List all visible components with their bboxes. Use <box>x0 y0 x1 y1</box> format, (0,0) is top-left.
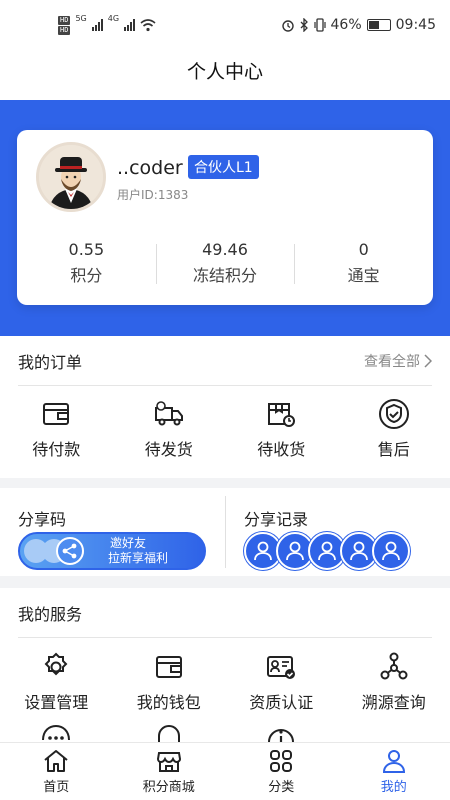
tab-label: 积分商城 <box>142 780 195 795</box>
wifi-icon <box>140 19 156 32</box>
share-divider <box>225 496 226 568</box>
order-pending-payment[interactable]: 待付款 <box>0 398 113 460</box>
profile-card[interactable]: ..coder 合伙人L1 用户ID:1383 0.55 积分 49.46 冻结… <box>17 130 433 305</box>
trace-nodes-icon <box>380 652 408 680</box>
user-icon <box>382 750 405 773</box>
orders-grid: 待付款 待发货 待收货 售后 <box>0 398 450 460</box>
cell-label: 待收货 <box>257 440 306 459</box>
cell-label: 售后 <box>377 440 410 459</box>
stat-label: 冻结积分 <box>193 266 258 285</box>
cell-label: 待付款 <box>32 440 81 459</box>
stat-value: 0 <box>358 240 369 259</box>
banner-line2: 拉新享福利 <box>108 551 169 565</box>
network-type-4g: 4G <box>107 13 120 23</box>
stat-tongbao[interactable]: 0 通宝 <box>294 240 433 286</box>
tab-points-mall[interactable]: 积分商城 <box>113 743 226 800</box>
wallet-icon <box>43 403 70 425</box>
tab-label: 首页 <box>43 780 70 795</box>
id-card-icon <box>267 656 296 679</box>
stat-label: 通宝 <box>347 266 380 285</box>
share-icon <box>56 537 84 565</box>
share-records-avatars <box>244 532 410 570</box>
status-left: HD HD 5G 4G <box>58 13 156 35</box>
view-all-label: 查看全部 <box>364 353 420 370</box>
share-records-title: 分享记录 <box>244 510 309 529</box>
home-icon <box>44 750 68 772</box>
user-icon <box>372 532 410 570</box>
avatar[interactable] <box>36 142 106 212</box>
hd-icon: HD HD <box>58 15 71 35</box>
status-bar: HD HD 5G 4G 46% 09:45 <box>0 0 450 50</box>
page-title: 个人中心 <box>0 50 450 100</box>
banner-line1: 邀好友 <box>110 536 147 550</box>
cell-label: 待发货 <box>144 440 193 459</box>
partner-level-badge: 合伙人L1 <box>188 155 259 179</box>
wallet-icon <box>155 656 182 678</box>
stat-frozen-points[interactable]: 49.46 冻结积分 <box>155 240 295 286</box>
stats-row: 0.55 积分 49.46 冻结积分 0 通宝 <box>17 240 433 286</box>
stat-value: 49.46 <box>202 240 248 259</box>
tab-label: 分类 <box>268 780 295 795</box>
tab-mine[interactable]: 我的 <box>338 743 450 800</box>
signal-icon <box>91 19 103 31</box>
section-title: 我的订单 <box>18 352 83 372</box>
banner-text: 邀好友 拉新享福利 <box>108 536 168 566</box>
order-after-sales[interactable]: 售后 <box>338 398 450 460</box>
tab-categories[interactable]: 分类 <box>225 743 338 800</box>
network-type-5g: 5G <box>75 13 87 23</box>
orders-section: 我的订单 查看全部 待付款 待发货 待收货 售后 <box>0 336 450 478</box>
order-pending-receipt[interactable]: 待收货 <box>225 398 338 460</box>
bluetooth-icon <box>300 18 308 32</box>
cell-label: 溯源查询 <box>361 693 426 712</box>
gear-icon <box>44 652 68 676</box>
services-grid: 设置管理 我的钱包 资质认证 溯源查询 <box>0 651 450 713</box>
avatar-illustration <box>39 145 103 209</box>
user-name: ..coder <box>117 157 183 179</box>
banner-decoration <box>20 534 90 568</box>
stat-points[interactable]: 0.55 积分 <box>17 240 156 286</box>
orders-header: 我的订单 查看全部 <box>18 336 432 386</box>
service-certification[interactable]: 资质认证 <box>225 651 338 713</box>
user-id: 用户ID:1383 <box>117 188 189 202</box>
order-pending-shipment[interactable]: 待发货 <box>113 398 226 460</box>
delivery-truck-icon <box>154 401 183 426</box>
battery-icon <box>366 19 391 31</box>
share-code-area: 分享码 邀好友 拉新享福利 <box>18 488 218 576</box>
section-title: 我的服务 <box>18 604 83 624</box>
package-clock-icon <box>268 403 296 427</box>
vibrate-icon <box>313 18 326 32</box>
invite-friends-banner[interactable]: 邀好友 拉新享福利 <box>18 532 206 570</box>
chevron-right-icon <box>424 353 432 368</box>
signal-icon <box>124 19 136 31</box>
cell-label: 资质认证 <box>249 693 314 712</box>
share-code-title: 分享码 <box>18 510 67 529</box>
service-wallet[interactable]: 我的钱包 <box>113 651 226 713</box>
cell-label: 设置管理 <box>24 693 89 712</box>
alarm-icon <box>281 20 294 32</box>
tab-label: 我的 <box>380 780 407 795</box>
services-header: 我的服务 <box>18 588 432 638</box>
view-all-orders-link[interactable]: 查看全部 <box>364 351 432 371</box>
bottom-tab-bar: 首页 积分商城 分类 我的 <box>0 742 450 800</box>
battery-percent: 46% <box>330 17 362 33</box>
cell-label: 我的钱包 <box>136 693 201 712</box>
services-section: 我的服务 设置管理 我的钱包 资质认证 溯源查询 <box>0 588 450 748</box>
stat-value: 0.55 <box>68 240 105 259</box>
shield-check-icon <box>378 399 409 429</box>
tab-home[interactable]: 首页 <box>0 743 113 800</box>
stat-label: 积分 <box>70 266 103 285</box>
service-settings[interactable]: 设置管理 <box>0 651 113 713</box>
status-right: 46% 09:45 <box>281 17 436 33</box>
store-icon <box>156 752 181 772</box>
service-traceability[interactable]: 溯源查询 <box>338 651 450 713</box>
share-section: 分享码 邀好友 拉新享福利 分享记录 <box>0 488 450 576</box>
share-records-area[interactable]: 分享记录 <box>244 488 434 576</box>
clock: 09:45 <box>395 17 436 33</box>
grid-icon <box>270 750 293 772</box>
